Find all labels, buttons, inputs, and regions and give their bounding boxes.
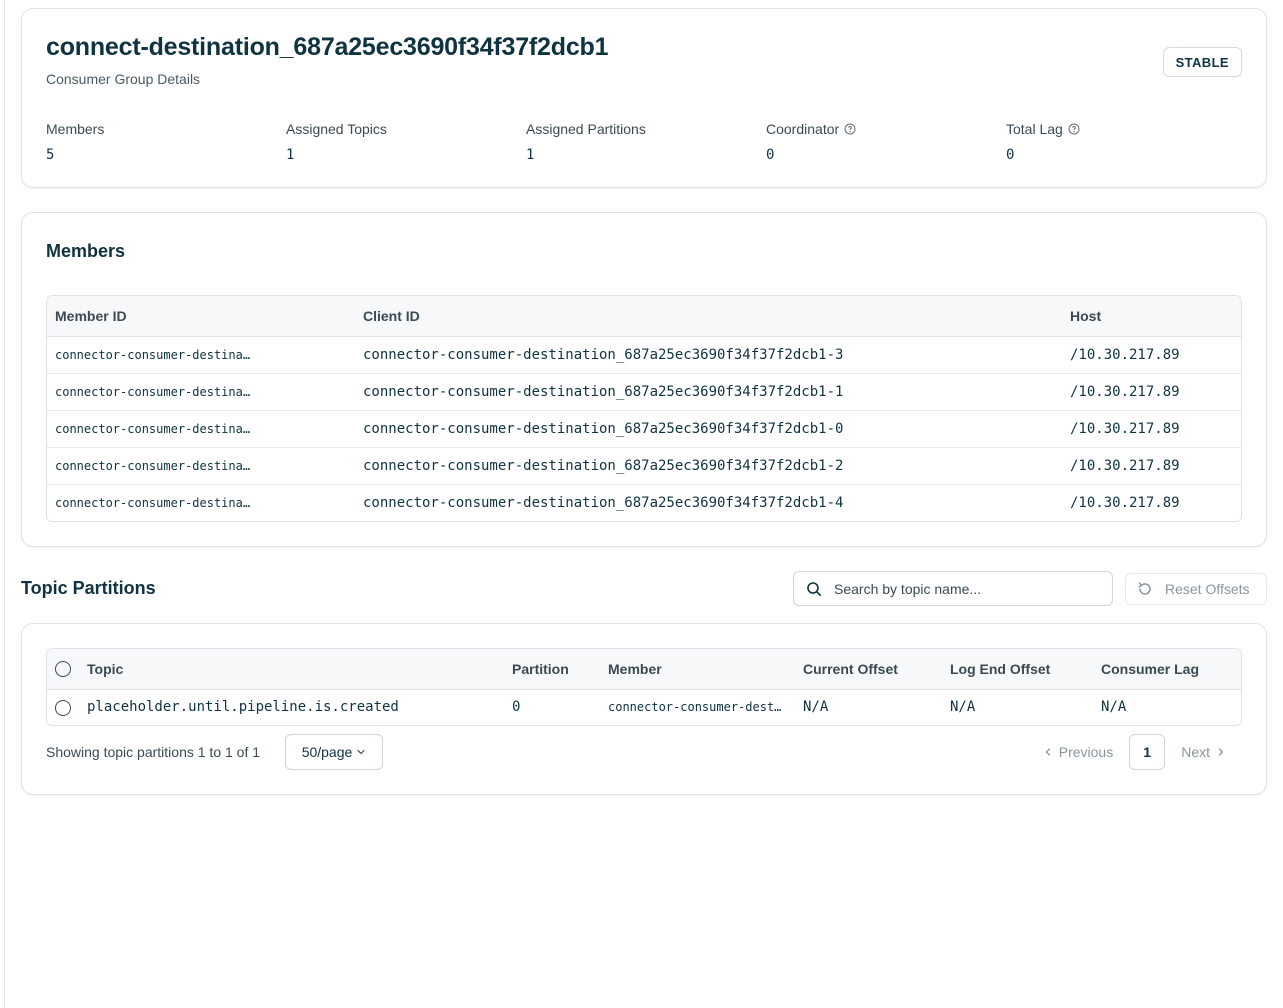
partition-cell: 0 <box>512 699 521 716</box>
search-icon <box>807 581 821 596</box>
next-label: Next <box>1181 744 1210 760</box>
stat-label: Assigned Partitions <box>526 121 646 137</box>
consumer-lag-cell: N/A <box>1101 699 1127 716</box>
column-header-log-end-offset[interactable]: Log End Offset <box>942 649 1093 690</box>
stat-assigned-partitions: Assigned Partitions 1 <box>526 121 766 163</box>
topic-partitions-table: Topic Partition Member Current Offset Lo… <box>46 648 1242 726</box>
log-end-offset-cell: N/A <box>950 699 976 716</box>
stat-label: Members <box>46 121 105 137</box>
column-header-member-id[interactable]: Member ID <box>47 296 355 337</box>
client-id-cell: connector-consumer-destination_687a25ec3… <box>355 336 1062 374</box>
column-header-current-offset[interactable]: Current Offset <box>795 649 942 690</box>
chevron-left-icon <box>1045 748 1050 756</box>
table-row[interactable]: connector-consumer-destina… connector-co… <box>47 336 1241 374</box>
stat-value: 0 <box>766 147 775 163</box>
page-subtitle: Consumer Group Details <box>46 71 201 87</box>
host-cell: /10.30.217.89 <box>1062 447 1241 485</box>
stat-assigned-topics: Assigned Topics 1 <box>286 121 526 163</box>
question-circle-icon[interactable] <box>1068 123 1080 135</box>
host-cell: /10.30.217.89 <box>1062 410 1241 448</box>
stat-value: 5 <box>46 147 55 163</box>
client-id-cell: connector-consumer-destination_687a25ec3… <box>363 494 844 511</box>
page-left-border <box>4 0 5 1008</box>
client-id-cell: connector-consumer-destination_687a25ec3… <box>355 373 1062 411</box>
members-title: Members <box>46 241 126 261</box>
table-row[interactable]: connector-consumer-destina… connector-co… <box>47 410 1241 448</box>
member-id-cell: connector-consumer-destina… <box>55 495 251 510</box>
table-row[interactable]: connector-consumer-destina… connector-co… <box>47 373 1241 411</box>
previous-label: Previous <box>1058 744 1114 760</box>
reset-offsets-label: Reset Offsets <box>1165 581 1250 597</box>
column-header-client-id[interactable]: Client ID <box>355 296 1062 337</box>
status-badge: STABLE <box>1162 47 1242 77</box>
pagination-summary: Showing topic partitions 1 to 1 of 1 <box>46 744 261 760</box>
page-size-value: 50/page <box>301 744 353 760</box>
current-offset-cell: N/A <box>803 699 829 716</box>
topic-partitions-card: Topic Partition Member Current Offset Lo… <box>21 623 1267 795</box>
stat-value: 1 <box>286 147 295 163</box>
stats-row: Members 5 Assigned Topics 1 Assigned Par… <box>46 121 1246 163</box>
stat-value: 0 <box>1006 147 1015 163</box>
topic-search-box[interactable] <box>793 571 1113 606</box>
page-1-button[interactable]: 1 <box>1129 734 1166 770</box>
stat-label: Coordinator <box>766 121 840 137</box>
table-header-row: Topic Partition Member Current Offset Lo… <box>47 649 1241 690</box>
question-circle-icon[interactable] <box>844 123 856 135</box>
chevron-down-icon <box>357 749 365 755</box>
page-title: connect-destination_687a25ec3690f34f37f2… <box>46 33 609 61</box>
column-header-host[interactable]: Host <box>1062 296 1241 337</box>
member-id-cell: connector-consumer-destina… <box>47 447 355 485</box>
member-id-cell: connector-consumer-destina… <box>47 410 355 448</box>
refresh-icon <box>1138 582 1151 595</box>
host-cell: /10.30.217.89 <box>1070 494 1180 511</box>
select-all-checkbox[interactable] <box>55 661 71 678</box>
client-id-cell: connector-consumer-destination_687a25ec3… <box>355 410 1062 448</box>
topic-cell: placeholder.until.pipeline.is.created <box>87 699 399 716</box>
next-page-button[interactable]: Next <box>1181 744 1226 760</box>
column-header-consumer-lag[interactable]: Consumer Lag <box>1093 649 1241 690</box>
table-header-row: Member ID Client ID Host <box>47 296 1241 337</box>
chevron-right-icon <box>1218 748 1224 756</box>
table-row[interactable]: connector-consumer-destina… connector-co… <box>47 484 1241 521</box>
reset-offsets-button[interactable]: Reset Offsets <box>1125 573 1267 605</box>
table-row[interactable]: placeholder.until.pipeline.is.created 0 … <box>47 689 1241 725</box>
stat-total-lag: Total Lag 0 <box>1006 121 1246 163</box>
column-header-topic[interactable]: Topic <box>79 649 504 690</box>
table-row[interactable]: connector-consumer-destina… connector-co… <box>47 447 1241 485</box>
member-id-cell: connector-consumer-destina… <box>47 336 355 374</box>
topic-search-input[interactable] <box>834 580 1094 597</box>
row-checkbox[interactable] <box>55 699 71 716</box>
client-id-cell: connector-consumer-destination_687a25ec3… <box>355 447 1062 485</box>
host-cell: /10.30.217.89 <box>1062 373 1241 411</box>
pagination: Previous 1 Next <box>1043 734 1226 770</box>
member-id-cell: connector-consumer-destina… <box>47 373 355 411</box>
column-header-member[interactable]: Member <box>600 649 795 690</box>
page-size-select[interactable]: 50/page <box>285 734 383 770</box>
stat-label: Assigned Topics <box>286 121 387 137</box>
members-card: Members Member ID Client ID Host connect… <box>21 212 1267 547</box>
stat-value: 1 <box>526 147 535 163</box>
previous-page-button[interactable]: Previous <box>1043 744 1113 760</box>
members-table: Member ID Client ID Host connector-consu… <box>46 295 1242 522</box>
consumer-group-header-card: connect-destination_687a25ec3690f34f37f2… <box>21 8 1267 188</box>
member-cell: connector-consumer-dest… <box>608 700 782 715</box>
stat-members: Members 5 <box>46 121 286 163</box>
stat-label: Total Lag <box>1006 121 1063 137</box>
host-cell: /10.30.217.89 <box>1062 336 1241 374</box>
topic-partitions-title: Topic Partitions <box>21 578 156 598</box>
stat-coordinator: Coordinator 0 <box>766 121 1006 163</box>
column-header-partition[interactable]: Partition <box>504 649 600 690</box>
